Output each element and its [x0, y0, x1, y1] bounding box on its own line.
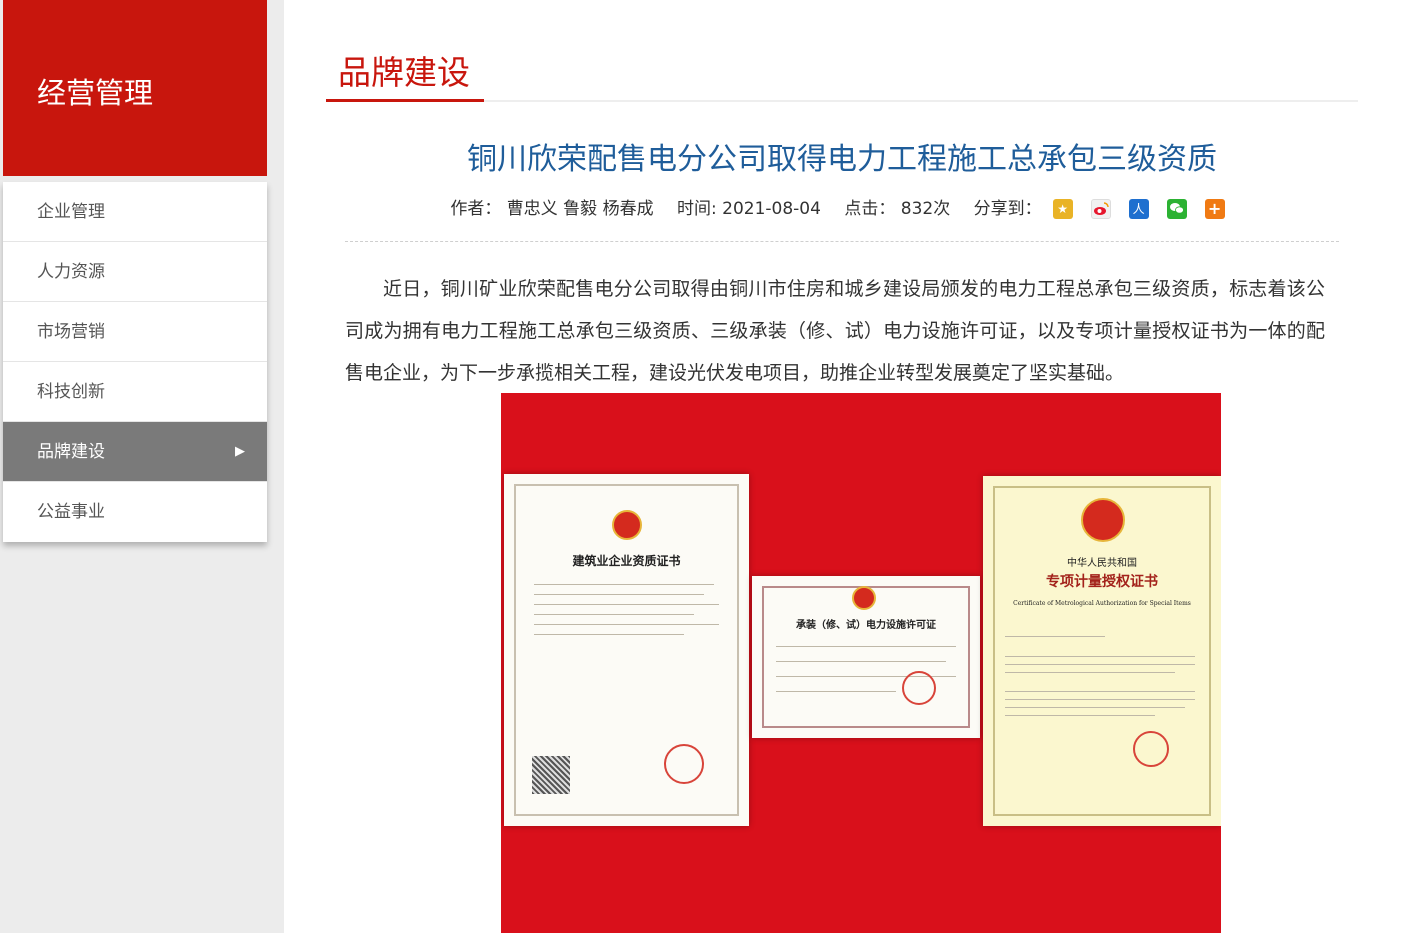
article-title: 铜川欣荣配售电分公司取得电力工程施工总承包三级资质: [467, 142, 1217, 177]
certificate-line: [1005, 664, 1195, 665]
sidebar-item-label: 公益事业: [37, 502, 105, 522]
certificate-subtitle: Certificate of Metrological Authorizatio…: [1013, 600, 1191, 607]
certificate-title: 承装（修、试）电力设施许可证: [796, 620, 936, 631]
sidebar-item-label: 企业管理: [37, 202, 105, 222]
sidebar-item-label: 市场营销: [37, 322, 105, 342]
national-emblem-icon: [612, 510, 642, 540]
section-title-underline: [326, 99, 484, 102]
qzone-icon[interactable]: ★: [1052, 199, 1073, 219]
certificate-line: [1005, 636, 1105, 637]
certificate-line: [534, 614, 694, 615]
certificate-line: [534, 634, 684, 635]
article-body: 近日，铜川矿业欣荣配售电分公司取得由铜川市住房和城乡建设局颁发的电力工程总承包三…: [345, 278, 1325, 384]
certificate-line: [1005, 656, 1195, 657]
sidebar-item-label: 人力资源: [37, 262, 105, 282]
sidebar-item-label: 科技创新: [37, 382, 105, 402]
certificate-line: [1005, 715, 1155, 716]
article-time: 时间: 2021-08-04: [677, 199, 821, 219]
sidebar-item-human-resources[interactable]: 人力资源: [3, 242, 267, 302]
certificate-title: 专项计量授权证书: [1046, 574, 1158, 590]
certificate-line: [534, 624, 719, 625]
certificate-line: [534, 584, 714, 585]
national-emblem-icon: [1081, 498, 1125, 542]
certificate-line: [1005, 707, 1185, 708]
share-icons: ★ 人 +: [1044, 199, 1234, 219]
sidebar-item-brand-building[interactable]: 品牌建设 ▶: [3, 422, 267, 482]
certificate-line: [1005, 672, 1175, 673]
official-seal-icon: [1133, 731, 1169, 767]
certificate-line: [776, 661, 946, 662]
certificate-line: [776, 646, 956, 647]
power-facility-license: 承装（修、试）电力设施许可证: [752, 576, 980, 738]
arrow-right-icon: ▶: [235, 444, 245, 459]
more-share-icon[interactable]: +: [1204, 199, 1225, 219]
official-seal-icon: [664, 744, 704, 784]
article-clicks: 点击： 832次: [844, 199, 951, 219]
certificate-line: [1005, 691, 1195, 692]
section-header: 品牌建设: [326, 40, 1358, 102]
share-label: 分享到：: [973, 199, 1042, 219]
certificate-title: 建筑业企业资质证书: [572, 554, 681, 568]
certificate-title-top: 中华人民共和国: [1067, 558, 1137, 569]
qr-code-icon: [532, 756, 570, 794]
certificate-line: [776, 691, 896, 692]
certificate-line: [534, 604, 719, 605]
sidebar-menu: 企业管理 人力资源 市场营销 科技创新 品牌建设 ▶ 公益事业: [3, 182, 267, 542]
article-meta: 作者： 曹忠义 鲁毅 杨春成 时间: 2021-08-04 点击： 832次 分…: [326, 194, 1358, 219]
official-seal-icon: [902, 671, 936, 705]
certificate-line: [1005, 699, 1195, 700]
certificate-line: [534, 594, 704, 595]
weibo-icon[interactable]: [1090, 199, 1111, 219]
renren-icon[interactable]: 人: [1128, 199, 1149, 219]
sidebar-item-enterprise-management[interactable]: 企业管理: [3, 182, 267, 242]
certificates-photo: 建筑业企业资质证书 承装（修、试）电力设施许可证 中华人民共和国 专项计量授权证…: [501, 393, 1221, 933]
sidebar-item-label: 品牌建设: [37, 442, 105, 462]
sidebar-title: 经营管理: [3, 0, 267, 176]
sidebar-title-text: 经营管理: [37, 76, 154, 110]
sidebar-item-tech-innovation[interactable]: 科技创新: [3, 362, 267, 422]
metrological-authorization-certificate: 中华人民共和国 专项计量授权证书 Certificate of Metrolog…: [983, 476, 1221, 826]
sidebar-item-marketing[interactable]: 市场营销: [3, 302, 267, 362]
article-author: 作者： 曹忠义 鲁毅 杨春成: [450, 199, 654, 219]
sidebar-item-public-welfare[interactable]: 公益事业: [3, 482, 267, 542]
section-title: 品牌建设: [338, 53, 470, 92]
wechat-icon[interactable]: [1166, 199, 1187, 219]
national-emblem-icon: [852, 586, 876, 610]
construction-qualification-certificate: 建筑业企业资质证书: [504, 474, 749, 826]
meta-divider: [345, 241, 1339, 242]
